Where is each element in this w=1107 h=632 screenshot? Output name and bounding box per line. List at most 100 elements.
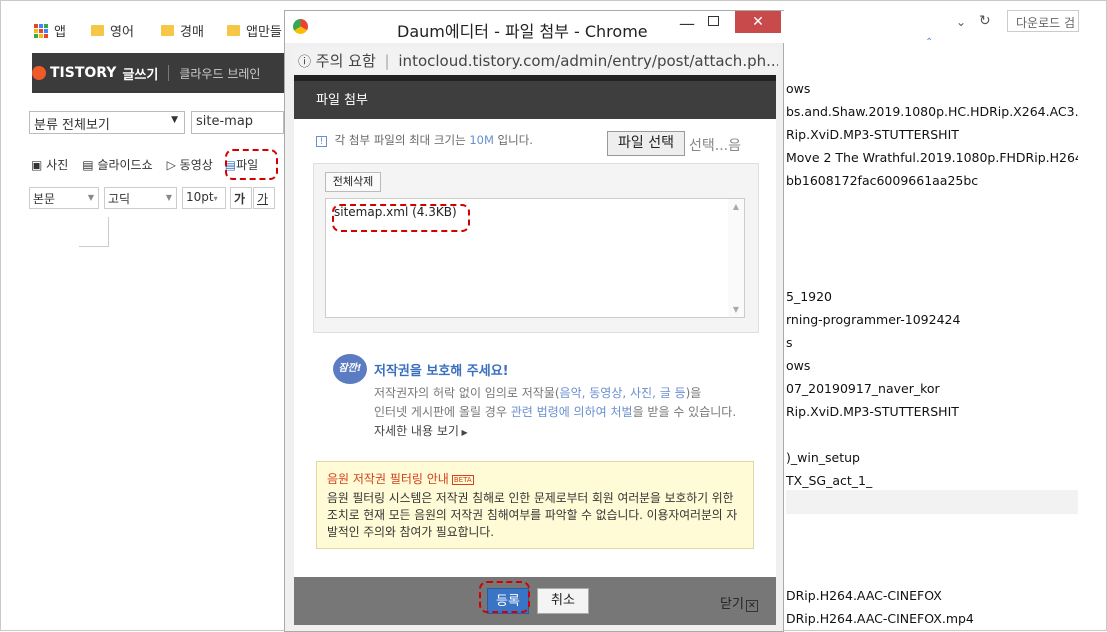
file-row[interactable]: s <box>786 335 1078 350</box>
tistory-logo-icon <box>32 66 46 80</box>
bookmark-apps[interactable]: 앱 <box>34 21 66 40</box>
copyright-more-link[interactable]: 자세한 내용 보기 <box>374 424 459 438</box>
highlight-attachment <box>332 204 470 232</box>
slideshow-button[interactable]: ▤ 슬라이드쇼 <box>82 156 152 173</box>
chevron-down-icon: ▼ <box>87 193 94 202</box>
dropdown-chevron-icon[interactable]: ⌄ <box>956 15 966 29</box>
bookmark-label: 영어 <box>110 25 134 40</box>
underline-label: 가 <box>257 192 269 206</box>
bookmark-folder[interactable]: 경매 <box>161 21 204 40</box>
dialog-header: 파일 첨부 <box>294 75 776 119</box>
info-text: 각 첨부 파일의 최대 크기는 <box>334 133 466 147</box>
highlight-register <box>479 581 530 613</box>
attachment-box: 전체삭제 sitemap.xml (4.3KB) ▲ ▼ <box>313 163 759 333</box>
notice-text: 음원 필터링 시스템은 저작권 침해로 인한 문제로부터 회원 여러분을 보호하… <box>327 491 738 539</box>
close-box-icon: ✕ <box>745 600 758 612</box>
bookmark-folder[interactable]: 영어 <box>91 21 134 40</box>
address-bar[interactable]: ⓘ 주의 요함 | intocloud.tistory.com/admin/en… <box>292 47 778 73</box>
bookmark-folder[interactable]: 앱만들 <box>227 21 282 40</box>
screen: 앱 영어 경매 앱만들 TISTORY 글쓰기 클라우드 브레인 분류 전체보기… <box>0 0 1107 632</box>
copyright-highlight: 관련 법령에 의하여 처벌 <box>510 405 633 419</box>
bookmark-label: 경매 <box>180 25 204 40</box>
bookmark-label: 앱만들 <box>246 25 282 40</box>
security-status: 주의 요함 <box>315 52 376 70</box>
category-select[interactable]: 분류 전체보기 ▼ <box>29 111 185 134</box>
divider: | <box>384 52 390 70</box>
music-filter-notice: 음원 저작권 필터링 안내 BETA 음원 필터링 시스템은 저작권 침해로 인한… <box>316 461 754 549</box>
chrome-logo-icon <box>293 19 308 34</box>
beta-badge: BETA <box>451 474 474 485</box>
delete-all-button[interactable]: 전체삭제 <box>325 172 381 192</box>
file-select-status: 선택...음 <box>689 138 741 154</box>
size-info: ! 각 첨부 파일의 최대 크기는 10M 입니다. <box>316 132 533 148</box>
tistory-header: TISTORY 글쓰기 클라우드 브레인 <box>32 53 284 93</box>
file-row[interactable]: )_win_setup <box>786 450 1078 465</box>
folder-icon <box>161 25 174 36</box>
underline-button[interactable]: 가 <box>253 187 275 209</box>
video-button[interactable]: ▷ 동영상 <box>167 156 213 173</box>
close-link[interactable]: 닫기 ✕ <box>720 593 758 612</box>
cancel-button[interactable]: 취소 <box>537 588 589 614</box>
bookmark-label: 앱 <box>54 25 66 40</box>
tag-input[interactable]: site-map <box>191 111 284 134</box>
info-icon: ⓘ <box>298 55 312 70</box>
file-row[interactable]: ows <box>786 81 1078 96</box>
editor-area[interactable] <box>79 217 109 247</box>
tool-label: 사진 <box>46 158 69 172</box>
close-icon[interactable]: ✕ <box>735 11 781 33</box>
file-row[interactable]: DRip.H264.AAC-CINEFOX <box>786 588 1078 603</box>
maximize-icon[interactable] <box>708 16 719 26</box>
copyright-badge-icon: 잠깐! <box>333 354 367 384</box>
dialog-footer: 등록 취소 닫기 ✕ <box>294 577 776 625</box>
refresh-icon[interactable]: ↻ <box>979 13 991 29</box>
copyright-text: 저작권자의 허락 없이 임의로 저작물(음악, 동영상, 사진, 글 등)을 인… <box>374 384 736 442</box>
tag-value: site-map <box>196 114 254 129</box>
file-row[interactable]: 07_20190917_naver_kor <box>786 381 1078 396</box>
font-select[interactable]: 고딕 ▼ <box>104 187 177 209</box>
sort-up-icon: ⌃ <box>925 37 934 48</box>
selected-row-bg <box>786 490 1078 514</box>
file-row[interactable]: rning-programmer-1092424 <box>786 312 1078 327</box>
bold-button[interactable]: 가 <box>230 187 252 209</box>
format-value: 고딕 <box>108 192 131 206</box>
dialog-title: 파일 첨부 <box>316 93 368 108</box>
tistory-logo[interactable]: TISTORY <box>50 65 116 81</box>
paragraph-select[interactable]: 본문 ▼ <box>29 187 99 209</box>
window-titlebar[interactable]: Daum에디터 - 파일 첨부 - Chrome — ✕ <box>285 11 785 43</box>
tool-label: 슬라이드쇼 <box>97 158 153 172</box>
search-input[interactable]: 다운로드 검 <box>1007 10 1079 32</box>
file-row[interactable]: Rip.XviD.MP3-STUTTERSHIT <box>786 404 1078 419</box>
list-scrollbar[interactable]: ▲ ▼ <box>728 199 744 317</box>
notice-icon: ! <box>316 136 327 147</box>
file-row[interactable]: bs.and.Shaw.2019.1080p.HC.HDRip.X264.AC3… <box>786 104 1078 119</box>
size-select[interactable]: 10pt▾ <box>182 187 226 209</box>
photo-button[interactable]: ▣ 사진 <box>31 156 68 173</box>
blog-tab[interactable]: 클라우드 브레인 <box>179 65 260 82</box>
copyright-highlight: 음악, 동영상, 사진, 글 등 <box>559 386 686 400</box>
copyright-line: 저작권자의 허락 없이 임의로 저작물( <box>374 386 560 400</box>
file-row[interactable]: ows <box>786 358 1078 373</box>
chevron-down-icon: ▼ <box>171 115 178 125</box>
file-select-button[interactable]: 파일 선택 <box>607 131 685 156</box>
file-row[interactable]: bb1608172fac6009661aa25bc <box>786 173 1078 188</box>
copyright-line: 인터넷 게시판에 올릴 경우 <box>374 405 507 419</box>
folder-icon <box>227 25 240 36</box>
file-row[interactable]: TX_SG_act_1_ <box>786 473 1078 488</box>
file-row[interactable]: Move 2 The Wrathful.2019.1080p.FHDRip.H2… <box>786 150 1078 165</box>
scroll-up-icon[interactable]: ▲ <box>728 202 744 211</box>
file-row[interactable]: Rip.XviD.MP3-STUTTERSHIT <box>786 127 1078 142</box>
file-row[interactable]: 5_1920 <box>786 289 1078 304</box>
chevron-down-icon: ▼ <box>165 193 172 202</box>
attach-dialog: 파일 첨부 ! 각 첨부 파일의 최대 크기는 10M 입니다. 파일 선택 선… <box>294 75 776 625</box>
write-title: 글쓰기 <box>122 67 159 83</box>
minimize-icon[interactable]: — <box>679 14 695 33</box>
folder-icon <box>91 25 104 36</box>
url-text: intocloud.tistory.com/admin/entry/post/a… <box>398 52 778 70</box>
format-value: 본문 <box>33 192 56 206</box>
scroll-down-icon[interactable]: ▼ <box>728 305 744 314</box>
bold-label: 가 <box>234 192 246 206</box>
apps-icon <box>34 23 48 38</box>
copyright-title: 저작권을 보호해 주세요! <box>374 364 509 379</box>
notice-title: 음원 저작권 필터링 안내 <box>327 472 449 486</box>
file-row[interactable]: DRip.H264.AAC-CINEFOX.mp4 <box>786 611 1078 627</box>
